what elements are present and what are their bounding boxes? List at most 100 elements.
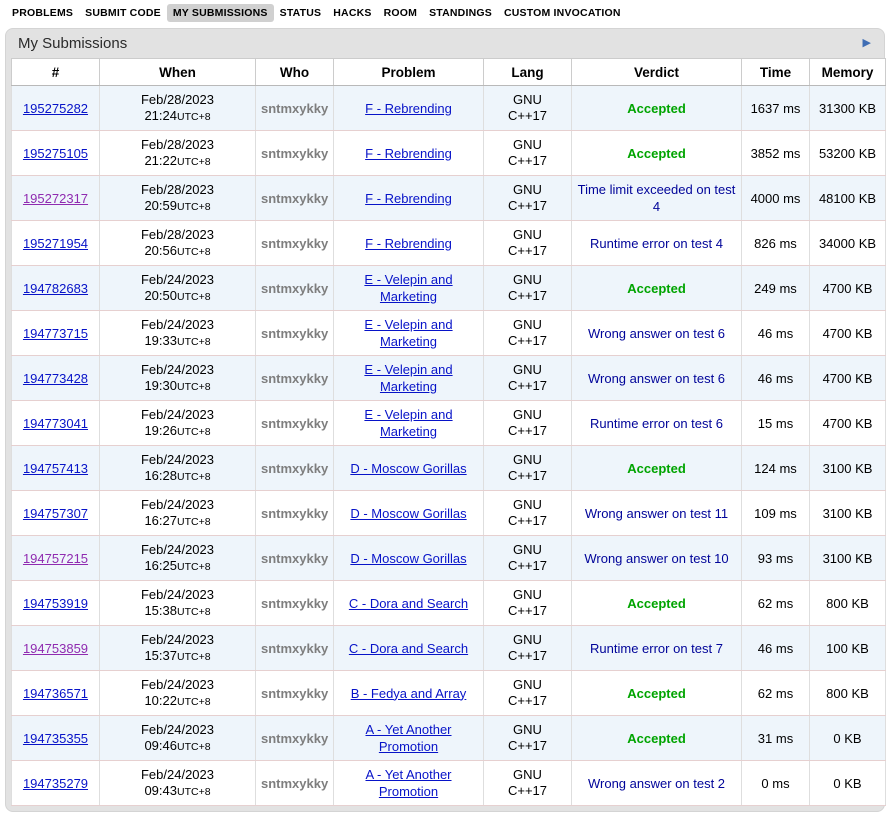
- submission-clock-time: 21:24UTC+8: [105, 108, 250, 125]
- verdict-text: Accepted: [627, 461, 686, 476]
- user-link[interactable]: sntmxykky: [261, 416, 328, 431]
- submission-when: Feb/28/202321:22UTC+8: [100, 131, 256, 176]
- verdict-text: Time limit exceeded on test 4: [578, 182, 736, 214]
- user-link[interactable]: sntmxykky: [261, 146, 328, 161]
- submission-id-link[interactable]: 194757215: [23, 551, 88, 566]
- submission-when: Feb/28/202320:56UTC+8: [100, 221, 256, 266]
- timezone-label: UTC+8: [177, 381, 211, 393]
- user-link[interactable]: sntmxykky: [261, 776, 328, 791]
- problem-link[interactable]: F - Rebrending: [365, 191, 452, 206]
- verdict-text: Runtime error on test 4: [590, 236, 723, 251]
- user-link[interactable]: sntmxykky: [261, 326, 328, 341]
- problem-link[interactable]: F - Rebrending: [365, 236, 452, 251]
- submission-row: 194782683Feb/24/202320:50UTC+8sntmxykkyE…: [12, 266, 886, 311]
- timezone-label: UTC+8: [177, 561, 211, 573]
- nav-item-submit-code[interactable]: SUBMIT CODE: [79, 4, 167, 22]
- submission-id-link[interactable]: 194735355: [23, 731, 88, 746]
- nav-item-problems[interactable]: PROBLEMS: [6, 4, 79, 22]
- submission-id-link[interactable]: 194757307: [23, 506, 88, 521]
- nav-item-standings[interactable]: STANDINGS: [423, 4, 498, 22]
- verdict-text: Accepted: [627, 596, 686, 611]
- problem-link[interactable]: A - Yet Another Promotion: [365, 722, 451, 754]
- submission-id-link[interactable]: 194753859: [23, 641, 88, 656]
- submission-id-link[interactable]: 195275282: [23, 101, 88, 116]
- memory-consumed: 0 KB: [810, 716, 886, 761]
- problem-link[interactable]: F - Rebrending: [365, 101, 452, 116]
- user-link[interactable]: sntmxykky: [261, 191, 328, 206]
- user-link[interactable]: sntmxykky: [261, 506, 328, 521]
- user-link[interactable]: sntmxykky: [261, 551, 328, 566]
- problem-link[interactable]: C - Dora and Search: [349, 641, 468, 656]
- submission-id-link[interactable]: 194782683: [23, 281, 88, 296]
- submission-date: Feb/24/2023: [105, 587, 250, 603]
- submission-clock-time: 10:22UTC+8: [105, 693, 250, 710]
- timezone-label: UTC+8: [177, 516, 211, 528]
- problem-link[interactable]: D - Moscow Gorillas: [350, 461, 466, 476]
- problem-link[interactable]: E - Velepin and Marketing: [364, 317, 452, 349]
- user-link[interactable]: sntmxykky: [261, 641, 328, 656]
- user-link[interactable]: sntmxykky: [261, 101, 328, 116]
- problem-link[interactable]: C - Dora and Search: [349, 596, 468, 611]
- problem-link[interactable]: E - Velepin and Marketing: [364, 407, 452, 439]
- problem-link[interactable]: B - Fedya and Array: [351, 686, 467, 701]
- time-consumed: 249 ms: [742, 266, 810, 311]
- user-link[interactable]: sntmxykky: [261, 731, 328, 746]
- submission-clock-time: 16:25UTC+8: [105, 558, 250, 575]
- problem-link[interactable]: E - Velepin and Marketing: [364, 272, 452, 304]
- time-consumed: 109 ms: [742, 491, 810, 536]
- submission-lang: GNU C++17: [484, 131, 572, 176]
- submission-lang: GNU C++17: [484, 86, 572, 131]
- submission-id-link[interactable]: 195271954: [23, 236, 88, 251]
- submission-id-link[interactable]: 194757413: [23, 461, 88, 476]
- submission-lang: GNU C++17: [484, 311, 572, 356]
- time-consumed: 124 ms: [742, 446, 810, 491]
- time-consumed: 31 ms: [742, 716, 810, 761]
- submission-date: Feb/24/2023: [105, 722, 250, 738]
- submission-date: Feb/28/2023: [105, 137, 250, 153]
- submission-date: Feb/24/2023: [105, 407, 250, 423]
- submission-id-link[interactable]: 194773715: [23, 326, 88, 341]
- problem-link[interactable]: D - Moscow Gorillas: [350, 551, 466, 566]
- user-link[interactable]: sntmxykky: [261, 371, 328, 386]
- timezone-label: UTC+8: [177, 201, 211, 213]
- time-consumed: 1637 ms: [742, 86, 810, 131]
- submission-row: 194735355Feb/24/202309:46UTC+8sntmxykkyA…: [12, 716, 886, 761]
- submission-clock-time: 19:26UTC+8: [105, 423, 250, 440]
- nav-item-room[interactable]: ROOM: [378, 4, 423, 22]
- problem-link[interactable]: A - Yet Another Promotion: [365, 767, 451, 799]
- user-link[interactable]: sntmxykky: [261, 281, 328, 296]
- user-link[interactable]: sntmxykky: [261, 596, 328, 611]
- submission-row: 194773715 Feb/24/202319:33UTC+8 sntmxykky E…: [12, 311, 886, 356]
- memory-consumed: 0 KB: [810, 761, 886, 806]
- submission-id-link[interactable]: 194753919: [23, 596, 88, 611]
- second-level-menu: PROBLEMSSUBMIT CODEMY SUBMISSIONSSTATUSH…: [0, 0, 890, 25]
- nav-item-hacks[interactable]: HACKS: [327, 4, 377, 22]
- submission-date: Feb/24/2023: [105, 272, 250, 288]
- submission-lang: GNU C++17: [484, 401, 572, 446]
- submission-row: 194735279Feb/24/202309:43UTC+8sntmxykkyA…: [12, 761, 886, 806]
- user-link[interactable]: sntmxykky: [261, 461, 328, 476]
- verdict-text: Wrong answer on test 6: [588, 326, 725, 341]
- verdict-text: Wrong answer on test 2: [588, 776, 725, 791]
- submission-id-link[interactable]: 195275105: [23, 146, 88, 161]
- user-link[interactable]: sntmxykky: [261, 236, 328, 251]
- submission-id-link[interactable]: 194773041: [23, 416, 88, 431]
- submission-id-link[interactable]: 194736571: [23, 686, 88, 701]
- problem-link[interactable]: E - Velepin and Marketing: [364, 362, 452, 394]
- submission-row: 195275105 Feb/28/202321:22UTC+8 sntmxykky F…: [12, 131, 886, 176]
- submission-id-link[interactable]: 195272317: [23, 191, 88, 206]
- submission-id-link[interactable]: 194735279: [23, 776, 88, 791]
- submission-when: Feb/24/202319:33UTC+8: [100, 311, 256, 356]
- nav-item-my-submissions[interactable]: MY SUBMISSIONS: [167, 4, 274, 22]
- submission-lang: GNU C++17: [484, 266, 572, 311]
- expand-arrow-icon[interactable]: ▶: [863, 38, 871, 49]
- user-link[interactable]: sntmxykky: [261, 686, 328, 701]
- problem-link[interactable]: D - Moscow Gorillas: [350, 506, 466, 521]
- nav-item-status[interactable]: STATUS: [274, 4, 328, 22]
- problem-link[interactable]: F - Rebrending: [365, 146, 452, 161]
- timezone-label: UTC+8: [177, 111, 211, 123]
- submission-id-link[interactable]: 194773428: [23, 371, 88, 386]
- timezone-label: UTC+8: [177, 471, 211, 483]
- nav-item-custom-invocation[interactable]: CUSTOM INVOCATION: [498, 4, 627, 22]
- memory-consumed: 800 KB: [810, 581, 886, 626]
